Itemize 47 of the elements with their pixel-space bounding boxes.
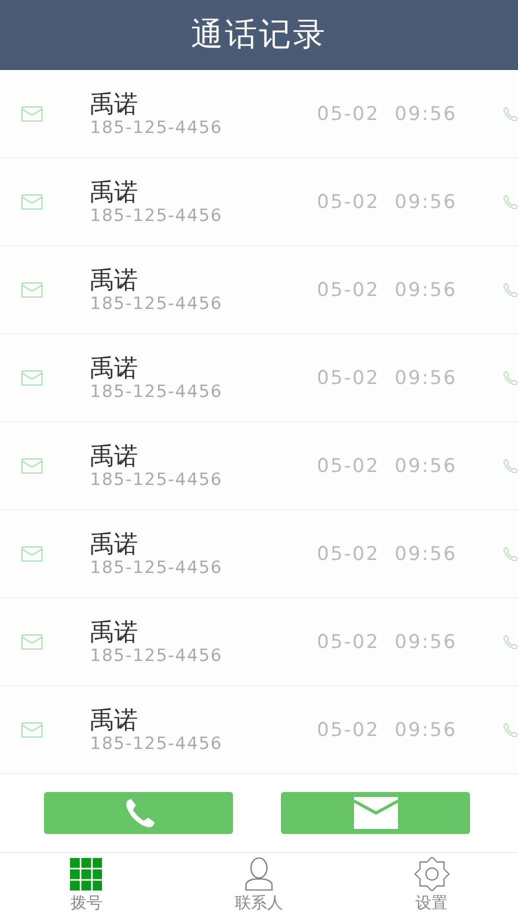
phone-number: 185-125-4456	[90, 470, 224, 490]
call-time: 05-02 09:56	[316, 542, 458, 564]
contact-name: 禹诺	[90, 442, 139, 470]
call-time: 05-02 09:56	[316, 190, 458, 212]
call-button[interactable]	[44, 792, 233, 834]
screen-title: 通话记录	[191, 14, 327, 55]
phone-icon	[502, 282, 518, 298]
call-time: 05-02 09:56	[316, 718, 458, 740]
call-time: 05-02 09:56	[316, 278, 458, 300]
contact-name: 禹诺	[90, 90, 139, 118]
phone-icon	[502, 370, 518, 386]
phone-number: 185-125-4456	[90, 118, 224, 138]
tab-label[interactable]: 设置	[416, 893, 448, 914]
call-time: 05-02 09:56	[316, 454, 458, 476]
contact-name: 禹诺	[90, 706, 139, 734]
contact-name: 禹诺	[90, 178, 139, 206]
tab-label[interactable]: 拨号	[70, 893, 102, 914]
contact-name: 禹诺	[90, 266, 139, 294]
envelope-icon	[21, 722, 43, 738]
call-time: 05-02 09:56	[316, 630, 458, 652]
phone-number: 185-125-4456	[90, 646, 224, 666]
phone-icon	[502, 546, 518, 562]
contact-name: 禹诺	[90, 354, 139, 382]
phone-number: 185-125-4456	[90, 382, 224, 402]
envelope-icon	[21, 194, 43, 210]
envelope-icon	[21, 282, 43, 298]
phone-number: 185-125-4456	[90, 558, 224, 578]
envelope-icon	[21, 370, 43, 386]
phone-icon	[502, 458, 518, 474]
contact-name: 禹诺	[90, 618, 139, 646]
envelope-icon	[354, 797, 398, 829]
phone-icon	[502, 106, 518, 122]
envelope-icon	[21, 546, 43, 562]
message-button[interactable]	[281, 792, 470, 834]
tab-label[interactable]: 联系人	[234, 893, 283, 914]
call-time: 05-02 09:56	[316, 102, 458, 124]
phone-icon	[502, 194, 518, 210]
envelope-icon	[21, 634, 43, 650]
contact-name: 禹诺	[90, 530, 139, 558]
envelope-icon	[21, 458, 43, 474]
phone-number: 185-125-4456	[90, 206, 224, 226]
phone-icon	[502, 722, 518, 738]
phone-icon	[502, 634, 518, 650]
phone-number: 185-125-4456	[90, 734, 224, 754]
phone-number: 185-125-4456	[90, 294, 224, 314]
call-time: 05-02 09:56	[316, 366, 458, 388]
envelope-icon	[21, 106, 43, 122]
